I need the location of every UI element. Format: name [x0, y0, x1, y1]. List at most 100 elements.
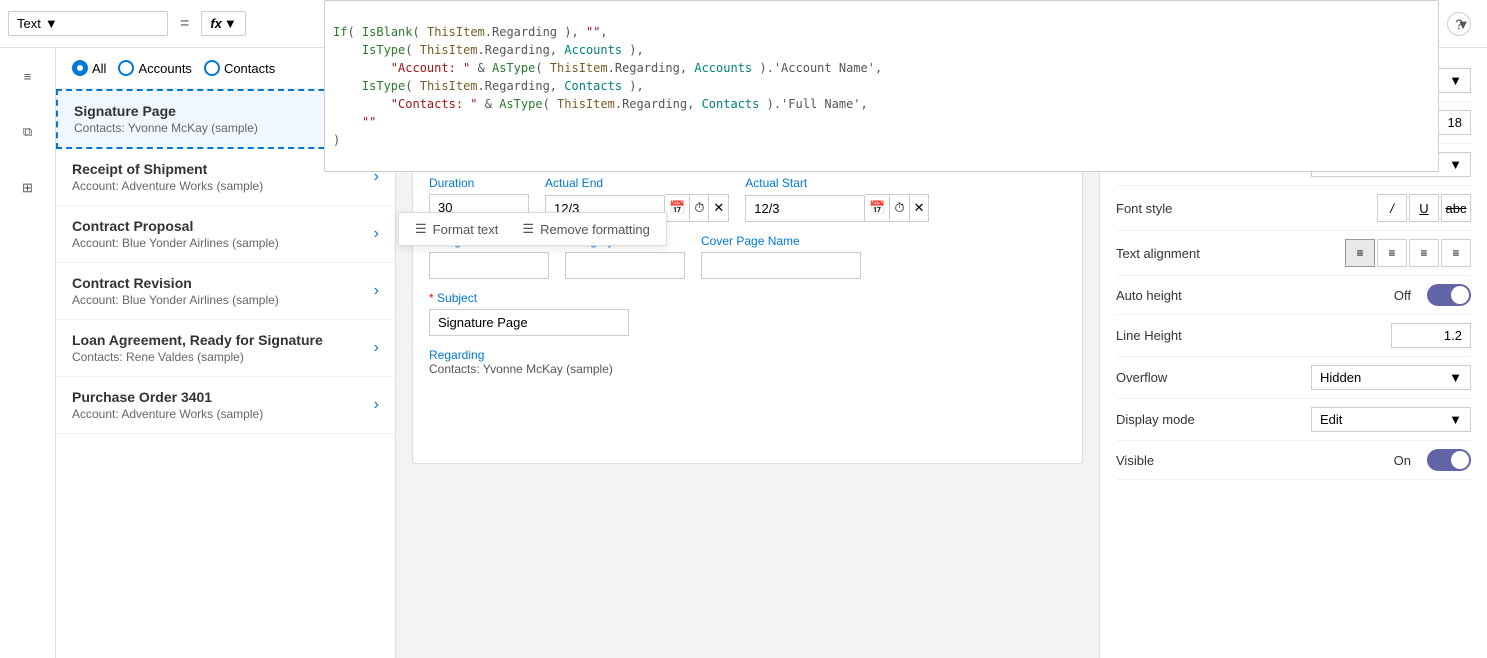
formula-bar[interactable]: If( IsBlank( ThisItem.Regarding ), "", I…	[324, 0, 1439, 172]
regarding-label: Regarding	[429, 348, 1066, 362]
auto-height-label: Auto height	[1116, 288, 1182, 303]
calendar-icon[interactable]: 📅	[865, 194, 890, 222]
radio-all[interactable]: All	[72, 60, 106, 76]
prop-row-display-mode: Display mode Edit ▼	[1116, 399, 1471, 441]
cover-page-name-label: Cover Page Name	[701, 234, 861, 248]
overflow-chevron-icon: ▼	[1449, 370, 1462, 385]
auto-height-toggle[interactable]	[1427, 284, 1471, 306]
list-item[interactable]: Purchase Order 3401 Account: Adventure W…	[56, 377, 395, 434]
text-dropdown[interactable]: Text ▼	[8, 11, 168, 36]
radio-contacts-label: Contacts	[224, 61, 275, 76]
time-icon[interactable]: ⏱	[690, 194, 709, 222]
format-text-label: Format text	[433, 222, 499, 237]
prop-row-auto-height: Auto height Off	[1116, 276, 1471, 315]
fx-chevron-icon: ▼	[224, 16, 237, 31]
prop-row-overflow: Overflow Hidden ▼	[1116, 357, 1471, 399]
radio-accounts[interactable]: Accounts	[118, 60, 191, 76]
field-actual-start: Actual Start 📅 ⏱ ✕	[745, 176, 929, 222]
remove-formatting-icon: ☰	[522, 221, 534, 237]
category-input[interactable]	[565, 252, 685, 279]
billing-code-input[interactable]	[429, 252, 549, 279]
align-justify-button[interactable]: ≡	[1441, 239, 1471, 267]
hamburger-icon[interactable]: ≡	[8, 56, 48, 96]
actual-start-label: Actual Start	[745, 176, 929, 190]
actual-start-input[interactable]	[745, 195, 865, 222]
subject-input[interactable]	[429, 309, 629, 336]
display-mode-select[interactable]: Edit ▼	[1311, 407, 1471, 432]
regarding-section: Regarding Contacts: Yvonne McKay (sample…	[429, 348, 1066, 376]
format-toolbar: ☰ Format text ☰ Remove formatting	[398, 212, 667, 246]
field-subject: Subject	[429, 291, 1066, 336]
text-alignment-label: Text alignment	[1116, 246, 1200, 261]
overflow-value: Hidden	[1320, 370, 1361, 385]
clear-icon[interactable]: ✕	[709, 194, 729, 222]
prop-row-visible: Visible On	[1116, 441, 1471, 480]
underline-button[interactable]: U	[1409, 194, 1439, 222]
dropdown-chevron-icon: ▼	[45, 16, 58, 31]
overflow-label: Overflow	[1116, 370, 1167, 385]
font-weight-chevron-icon: ▼	[1449, 157, 1462, 172]
radio-contacts-circle	[204, 60, 220, 76]
prop-row-line-height: Line Height	[1116, 315, 1471, 357]
actual-end-label: Actual End	[545, 176, 729, 190]
radio-contacts[interactable]: Contacts	[204, 60, 275, 76]
align-left-button[interactable]: ≡	[1345, 239, 1375, 267]
line-height-label: Line Height	[1116, 328, 1182, 343]
format-text-icon: ☰	[415, 221, 427, 237]
display-mode-label: Display mode	[1116, 412, 1195, 427]
list-item-title: Contract Revision	[72, 275, 374, 291]
chevron-right-icon: ›	[374, 339, 379, 357]
sidebar-icons: ≡ ⧉ ⊞	[0, 48, 56, 658]
chevron-right-icon: ›	[374, 282, 379, 300]
chevron-right-icon: ›	[374, 225, 379, 243]
list-item-subtitle: Account: Adventure Works (sample)	[72, 407, 374, 421]
remove-formatting-button[interactable]: ☰ Remove formatting	[522, 221, 649, 237]
font-style-label: Font style	[1116, 201, 1172, 216]
prop-row-font-style: Font style / U abc	[1116, 186, 1471, 231]
radio-accounts-circle	[118, 60, 134, 76]
actual-start-date-wrapper: 📅 ⏱ ✕	[745, 194, 929, 222]
format-text-button[interactable]: ☰ Format text	[415, 221, 498, 237]
time-icon[interactable]: ⏱	[890, 194, 909, 222]
fx-label: fx	[210, 16, 222, 31]
list-item[interactable]: Contract Revision Account: Blue Yonder A…	[56, 263, 395, 320]
align-right-button[interactable]: ≡	[1409, 239, 1439, 267]
remove-formatting-label: Remove formatting	[540, 222, 650, 237]
visible-state: On	[1394, 453, 1411, 468]
list-item-title: Loan Agreement, Ready for Signature	[72, 332, 374, 348]
visible-toggle[interactable]	[1427, 449, 1471, 471]
italic-button[interactable]: /	[1377, 194, 1407, 222]
list-item-subtitle: Account: Blue Yonder Airlines (sample)	[72, 236, 374, 250]
display-mode-value: Edit	[1320, 412, 1342, 427]
align-center-button[interactable]: ≡	[1377, 239, 1407, 267]
fx-button[interactable]: fx ▼	[201, 11, 245, 36]
auto-height-state: Off	[1394, 288, 1411, 303]
radio-group-filter: All Accounts Contacts	[72, 60, 275, 76]
toggle-knob	[1451, 286, 1469, 304]
style-buttons: / U abc	[1377, 194, 1471, 222]
chevron-right-icon: ›	[374, 396, 379, 414]
prop-row-text-alignment: Text alignment ≡ ≡ ≡ ≡	[1116, 231, 1471, 276]
duration-label: Duration	[429, 176, 529, 190]
line-height-input[interactable]	[1391, 323, 1471, 348]
visible-label: Visible	[1116, 453, 1154, 468]
list-item-title: Contract Proposal	[72, 218, 374, 234]
radio-all-label: All	[92, 61, 106, 76]
strikethrough-button[interactable]: abc	[1441, 194, 1471, 222]
list-item-subtitle: Contacts: Rene Valdes (sample)	[72, 350, 374, 364]
radio-accounts-label: Accounts	[138, 61, 191, 76]
font-chevron-icon: ▼	[1449, 73, 1462, 88]
list-item[interactable]: Loan Agreement, Ready for Signature Cont…	[56, 320, 395, 377]
alignment-buttons: ≡ ≡ ≡ ≡	[1345, 239, 1471, 267]
list-item-subtitle: Account: Blue Yonder Airlines (sample)	[72, 293, 374, 307]
clear-icon[interactable]: ✕	[910, 194, 930, 222]
visible-toggle-knob	[1451, 451, 1469, 469]
list-item[interactable]: Contract Proposal Account: Blue Yonder A…	[56, 206, 395, 263]
help-icon[interactable]: ?	[1447, 12, 1471, 36]
layers-icon[interactable]: ⧉	[8, 112, 48, 152]
overflow-select[interactable]: Hidden ▼	[1311, 365, 1471, 390]
cover-page-name-input[interactable]	[701, 252, 861, 279]
regarding-value: Contacts: Yvonne McKay (sample)	[429, 362, 1066, 376]
grid-icon[interactable]: ⊞	[8, 168, 48, 208]
calendar-icon[interactable]: 📅	[665, 194, 690, 222]
